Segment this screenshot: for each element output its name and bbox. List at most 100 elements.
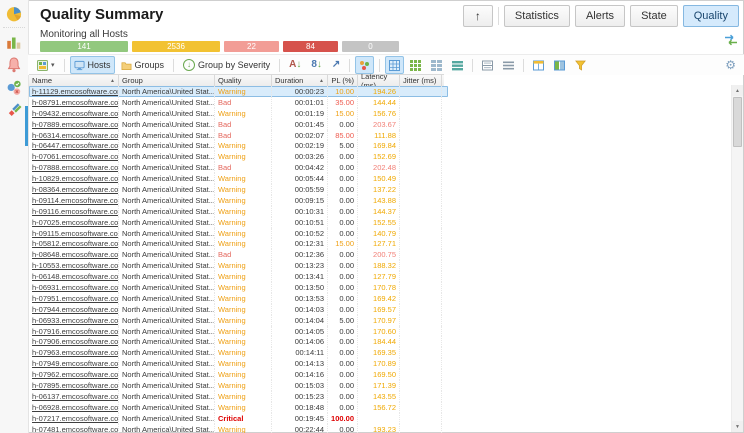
swap-columns-icon[interactable]	[723, 33, 738, 47]
view-rows-button[interactable]	[448, 56, 467, 74]
column-layout-button-2[interactable]	[550, 56, 569, 74]
host-name-cell[interactable]: h-09116.emcosoftware.com	[29, 206, 119, 217]
host-name-cell[interactable]: h-10829.emcosoftware.com	[29, 173, 119, 184]
table-row[interactable]: h-07025.emcosoftware.comNorth America\Un…	[29, 217, 448, 228]
host-name-cell[interactable]: h-06148.emcosoftware.com	[29, 271, 119, 282]
host-name-cell[interactable]: h-08364.emcosoftware.com	[29, 184, 119, 195]
host-name-cell[interactable]: h-09115.emcosoftware.com	[29, 228, 119, 239]
host-name-cell[interactable]: h-10553.emcosoftware.com	[29, 260, 119, 271]
gear-icon[interactable]: ⚙	[725, 58, 736, 72]
host-name-cell[interactable]: h-06314.emcosoftware.com	[29, 130, 119, 141]
column-header-group[interactable]: Group	[119, 75, 215, 86]
host-name-cell[interactable]: h-07949.emcosoftware.com	[29, 358, 119, 369]
table-row[interactable]: h-08791.emcosoftware.comNorth America\Un…	[29, 97, 448, 108]
open-external-button[interactable]: ↗	[328, 56, 344, 74]
table-row[interactable]: h-07906.emcosoftware.comNorth America\Un…	[29, 336, 448, 347]
host-name-cell[interactable]: h-09432.emcosoftware.com	[29, 108, 119, 119]
table-row[interactable]: h-06148.emcosoftware.comNorth America\Un…	[29, 271, 448, 282]
table-row[interactable]: h-10553.emcosoftware.comNorth America\Un…	[29, 260, 448, 271]
table-row[interactable]: h-10829.emcosoftware.comNorth America\Un…	[29, 173, 448, 184]
table-row[interactable]: h-07888.emcosoftware.comNorth America\Un…	[29, 162, 448, 173]
host-name-cell[interactable]: h-07963.emcosoftware.com	[29, 347, 119, 358]
scroll-down-button[interactable]: ▼	[732, 421, 743, 432]
host-name-cell[interactable]: h-08791.emcosoftware.com	[29, 97, 119, 108]
table-row[interactable]: h-05812.emcosoftware.comNorth America\Un…	[29, 238, 448, 249]
table-row[interactable]: h-09116.emcosoftware.comNorth America\Un…	[29, 206, 448, 217]
host-name-cell[interactable]: h-06137.emcosoftware.com	[29, 391, 119, 402]
host-name-cell[interactable]: h-06933.emcosoftware.com	[29, 315, 119, 326]
table-row[interactable]: h-09432.emcosoftware.comNorth America\Un…	[29, 108, 448, 119]
table-row[interactable]: h-08648.emcosoftware.comNorth America\Un…	[29, 249, 448, 260]
table-row[interactable]: h-09115.emcosoftware.comNorth America\Un…	[29, 228, 448, 239]
nav-button-alerts[interactable]: Alerts	[575, 5, 625, 27]
host-name-cell[interactable]: h-11129.emcosoftware.com	[29, 86, 119, 97]
host-name-cell[interactable]: h-07889.emcosoftware.com	[29, 119, 119, 130]
nav-button-quality[interactable]: Quality	[683, 5, 739, 27]
view-detail-rows-button[interactable]	[478, 56, 497, 74]
table-row[interactable]: h-07963.emcosoftware.comNorth America\Un…	[29, 347, 448, 358]
nav-button-state[interactable]: State	[630, 5, 678, 27]
filter-button[interactable]	[571, 56, 590, 74]
table-row[interactable]: h-07962.emcosoftware.comNorth America\Un…	[29, 369, 448, 380]
host-name-cell[interactable]: h-09114.emcosoftware.com	[29, 195, 119, 206]
table-row[interactable]: h-06931.emcosoftware.comNorth America\Un…	[29, 282, 448, 293]
column-header-quality[interactable]: Quality	[215, 75, 272, 86]
alerts-bell-icon[interactable]	[4, 55, 24, 75]
table-row[interactable]: h-06314.emcosoftware.comNorth America\Un…	[29, 130, 448, 141]
table-row[interactable]: h-07481.emcosoftware.comNorth America\Un…	[29, 424, 448, 433]
host-name-cell[interactable]: h-07061.emcosoftware.com	[29, 151, 119, 162]
table-row[interactable]: h-06933.emcosoftware.comNorth America\Un…	[29, 315, 448, 326]
view-list-button[interactable]	[499, 56, 518, 74]
host-name-cell[interactable]: h-07916.emcosoftware.com	[29, 326, 119, 337]
table-row[interactable]: h-08364.emcosoftware.comNorth America\Un…	[29, 184, 448, 195]
sort-numeric-button[interactable]: 8↓	[307, 56, 326, 74]
table-row[interactable]: h-09114.emcosoftware.comNorth America\Un…	[29, 195, 448, 206]
hosts-toggle[interactable]: Hosts	[70, 56, 115, 74]
table-row[interactable]: h-06137.emcosoftware.comNorth America\Un…	[29, 391, 448, 402]
up-arrow-button[interactable]: ↑	[463, 5, 493, 27]
column-header-latency-ms[interactable]: Latency (ms)	[358, 75, 400, 86]
table-row[interactable]: h-07895.emcosoftware.comNorth America\Un…	[29, 380, 448, 391]
view-tiles-button[interactable]	[427, 56, 446, 74]
table-row[interactable]: h-07949.emcosoftware.comNorth America\Un…	[29, 358, 448, 369]
quality-brush-icon[interactable]	[4, 101, 24, 121]
view-grid-dots-button[interactable]	[406, 56, 425, 74]
table-row[interactable]: h-06447.emcosoftware.comNorth America\Un…	[29, 140, 448, 151]
nav-button-statistics[interactable]: Statistics	[504, 5, 570, 27]
host-name-cell[interactable]: h-07888.emcosoftware.com	[29, 162, 119, 173]
summary-pie-icon[interactable]	[4, 4, 24, 24]
host-name-cell[interactable]: h-07025.emcosoftware.com	[29, 217, 119, 228]
sort-ascending-button[interactable]: A↓	[285, 56, 305, 74]
table-row[interactable]: h-07916.emcosoftware.comNorth America\Un…	[29, 326, 448, 337]
column-header-duration[interactable]: Duration▲	[272, 75, 328, 86]
scrollbar-thumb[interactable]	[733, 97, 742, 147]
table-row[interactable]: h-07061.emcosoftware.comNorth America\Un…	[29, 151, 448, 162]
vertical-scrollbar[interactable]: ▲ ▼	[731, 85, 743, 432]
table-row[interactable]: h-07944.emcosoftware.comNorth America\Un…	[29, 304, 448, 315]
host-name-cell[interactable]: h-07944.emcosoftware.com	[29, 304, 119, 315]
table-row[interactable]: h-07889.emcosoftware.comNorth America\Un…	[29, 119, 448, 130]
host-name-cell[interactable]: h-07962.emcosoftware.com	[29, 369, 119, 380]
column-layout-button-1[interactable]	[529, 56, 548, 74]
host-name-cell[interactable]: h-08648.emcosoftware.com	[29, 249, 119, 260]
column-header-pl[interactable]: PL (%)	[328, 75, 358, 86]
groups-toggle[interactable]: Groups	[117, 56, 169, 74]
host-name-cell[interactable]: h-07481.emcosoftware.com	[29, 424, 119, 433]
scroll-up-button[interactable]: ▲	[732, 85, 743, 96]
host-name-cell[interactable]: h-06931.emcosoftware.com	[29, 282, 119, 293]
table-row[interactable]: h-06928.emcosoftware.comNorth America\Un…	[29, 402, 448, 413]
host-name-cell[interactable]: h-06928.emcosoftware.com	[29, 402, 119, 413]
group-by-severity-button[interactable]: ↓ Group by Severity	[179, 56, 274, 74]
host-name-cell[interactable]: h-07217.emcosoftware.com	[29, 413, 119, 424]
table-row[interactable]: h-07951.emcosoftware.comNorth America\Un…	[29, 293, 448, 304]
column-header-jitter-ms[interactable]: Jitter (ms)	[400, 75, 442, 86]
table-row[interactable]: h-11129.emcosoftware.comNorth America\Un…	[29, 86, 448, 97]
host-name-cell[interactable]: h-07951.emcosoftware.com	[29, 293, 119, 304]
statistics-bars-icon[interactable]	[4, 32, 24, 52]
host-name-cell[interactable]: h-07906.emcosoftware.com	[29, 336, 119, 347]
host-name-cell[interactable]: h-06447.emcosoftware.com	[29, 140, 119, 151]
layout-dropdown-button[interactable]: ▾	[33, 56, 59, 74]
host-name-cell[interactable]: h-07895.emcosoftware.com	[29, 380, 119, 391]
state-icon[interactable]	[4, 78, 24, 98]
column-header-name[interactable]: Name▲	[29, 75, 119, 86]
